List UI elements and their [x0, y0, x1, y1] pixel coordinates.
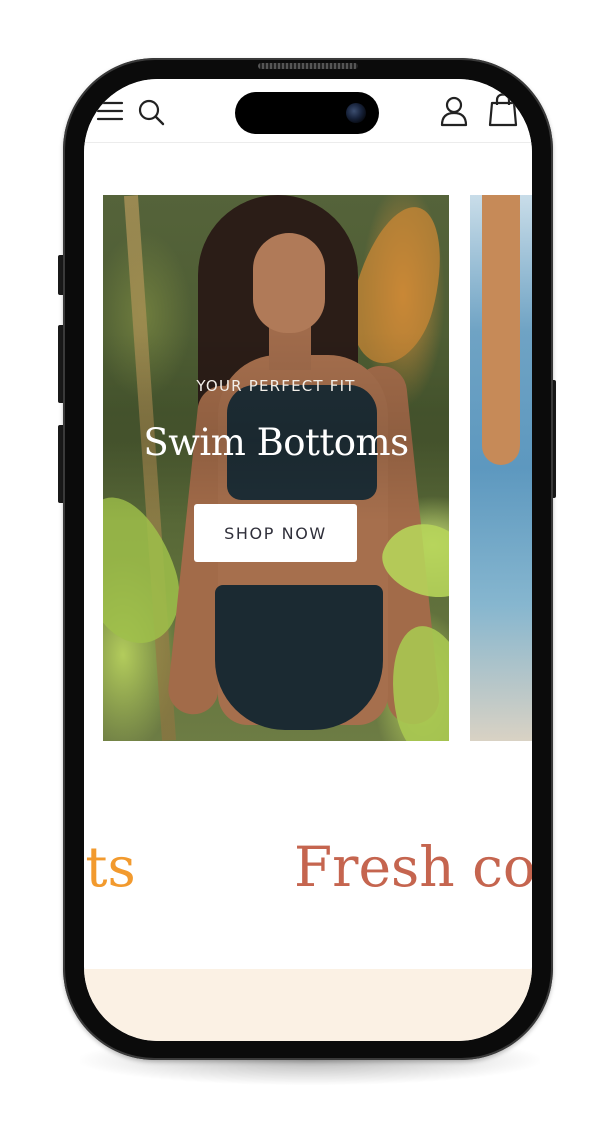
hero-eyebrow: YOUR PERFECT FIT	[196, 377, 356, 395]
account-icon[interactable]	[439, 95, 469, 127]
next-slide-peek[interactable]	[470, 195, 532, 741]
hero-slide[interactable]: YOUR PERFECT FIT Swim Bottoms SHOP NOW	[103, 195, 449, 741]
speaker-grill	[258, 63, 358, 69]
scrolling-marquee: nts Fresh co	[84, 827, 532, 917]
hero-carousel[interactable]: YOUR PERFECT FIT Swim Bottoms SHOP NOW	[84, 143, 532, 773]
front-camera	[346, 103, 366, 123]
shop-now-button[interactable]: SHOP NOW	[194, 504, 357, 562]
dynamic-island	[235, 92, 379, 134]
site-header	[84, 79, 532, 143]
marquee-item: Fresh co	[294, 835, 532, 899]
hero-title: Swim Bottoms	[143, 421, 409, 464]
search-icon[interactable]	[137, 98, 165, 126]
marquee-item: nts	[84, 835, 136, 899]
phone-screen: YOUR PERFECT FIT Swim Bottoms SHOP NOW n…	[84, 79, 532, 1041]
next-slide-photo	[482, 195, 520, 465]
slide-overlay	[103, 195, 449, 741]
product-mockup-scene: YOUR PERFECT FIT Swim Bottoms SHOP NOW n…	[0, 0, 616, 1121]
bag-icon[interactable]	[488, 93, 518, 127]
menu-icon[interactable]	[96, 99, 124, 123]
next-section	[84, 969, 532, 1041]
